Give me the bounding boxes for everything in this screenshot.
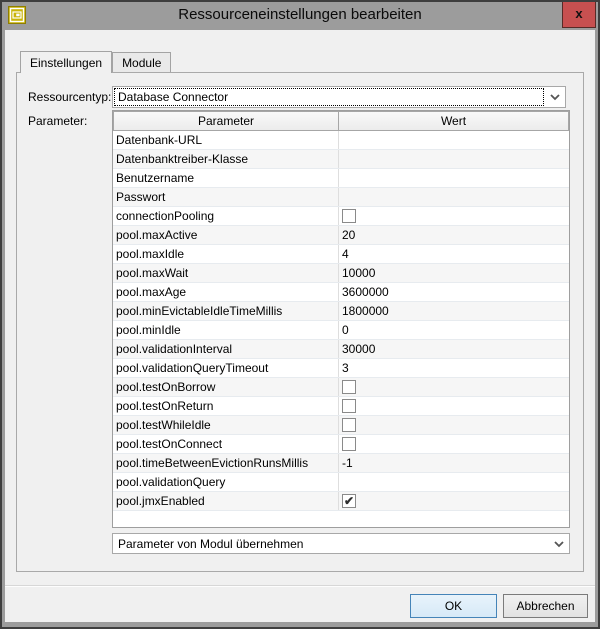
checkbox-unchecked[interactable] bbox=[342, 418, 356, 432]
param-name-cell: pool.validationInterval bbox=[113, 340, 339, 358]
button-bar-separator bbox=[5, 585, 595, 587]
table-row[interactable]: pool.timeBetweenEvictionRunsMillis -1 bbox=[113, 454, 569, 473]
param-name-cell: pool.minEvictableIdleTimeMillis bbox=[113, 302, 339, 320]
param-value-cell[interactable]: 30000 bbox=[339, 340, 569, 358]
dialog-window: Ressourceneinstellungen bearbeiten x Ein… bbox=[0, 0, 600, 629]
table-row[interactable]: pool.maxAge 3600000 bbox=[113, 283, 569, 302]
param-name-cell: pool.timeBetweenEvictionRunsMillis bbox=[113, 454, 339, 472]
table-row[interactable]: Benutzername bbox=[113, 169, 569, 188]
param-name-cell: Passwort bbox=[113, 188, 339, 206]
param-value-cell[interactable]: -1 bbox=[339, 454, 569, 472]
param-name-cell: connectionPooling bbox=[113, 207, 339, 225]
table-row[interactable]: pool.maxActive 20 bbox=[113, 226, 569, 245]
titlebar[interactable]: Ressourceneinstellungen bearbeiten x bbox=[2, 2, 598, 30]
param-value-cell[interactable]: 1800000 bbox=[339, 302, 569, 320]
settings-tab-panel: Ressourcentyp: Database Connector Parame… bbox=[16, 72, 584, 572]
checkbox-unchecked[interactable] bbox=[342, 209, 356, 223]
param-value-cell[interactable]: 20 bbox=[339, 226, 569, 244]
table-row[interactable]: Datenbanktreiber-Klasse bbox=[113, 150, 569, 169]
table-row[interactable]: pool.maxIdle 4 bbox=[113, 245, 569, 264]
table-row[interactable]: pool.testWhileIdle bbox=[113, 416, 569, 435]
table-row[interactable]: pool.maxWait 10000 bbox=[113, 264, 569, 283]
table-row[interactable]: pool.testOnBorrow bbox=[113, 378, 569, 397]
table-row[interactable]: pool.validationInterval 30000 bbox=[113, 340, 569, 359]
table-row[interactable]: pool.minIdle 0 bbox=[113, 321, 569, 340]
parameter-table: Parameter Wert Datenbank-URL Datenbanktr… bbox=[112, 110, 570, 528]
chevron-down-icon bbox=[550, 94, 560, 101]
dialog-content: Einstellungen Module Ressourcentyp: Data… bbox=[5, 30, 595, 622]
param-name-cell: pool.maxWait bbox=[113, 264, 339, 282]
table-row[interactable]: pool.testOnConnect bbox=[113, 435, 569, 454]
table-row[interactable]: pool.testOnReturn bbox=[113, 397, 569, 416]
param-name-cell: pool.maxIdle bbox=[113, 245, 339, 263]
parameter-label: Parameter: bbox=[28, 114, 88, 128]
parameter-table-body: Datenbank-URL Datenbanktreiber-Klasse Be… bbox=[113, 131, 569, 511]
close-icon: x bbox=[575, 6, 583, 21]
cancel-button[interactable]: Abbrechen bbox=[503, 594, 588, 618]
table-row[interactable]: pool.jmxEnabled ✔ bbox=[113, 492, 569, 511]
close-button[interactable]: x bbox=[562, 2, 596, 28]
param-value-cell[interactable] bbox=[339, 416, 569, 434]
param-value-cell[interactable]: ✔ bbox=[339, 492, 569, 510]
chevron-down-icon bbox=[554, 540, 564, 547]
column-header-parameter[interactable]: Parameter bbox=[113, 111, 339, 131]
checkbox-unchecked[interactable] bbox=[342, 380, 356, 394]
param-value-cell[interactable] bbox=[339, 131, 569, 149]
resource-type-label: Ressourcentyp: bbox=[28, 90, 112, 104]
ok-button[interactable]: OK bbox=[410, 594, 497, 618]
checkbox-unchecked[interactable] bbox=[342, 399, 356, 413]
table-row[interactable]: pool.minEvictableIdleTimeMillis 1800000 bbox=[113, 302, 569, 321]
param-name-cell: pool.maxActive bbox=[113, 226, 339, 244]
param-value-cell[interactable] bbox=[339, 150, 569, 168]
checkbox-checked[interactable]: ✔ bbox=[342, 494, 356, 508]
param-name-cell: Datenbanktreiber-Klasse bbox=[113, 150, 339, 168]
parameter-table-header: Parameter Wert bbox=[113, 111, 569, 131]
tab-strip: Einstellungen Module bbox=[20, 51, 172, 73]
param-name-cell: pool.jmxEnabled bbox=[113, 492, 339, 510]
param-value-cell[interactable]: 3600000 bbox=[339, 283, 569, 301]
param-value-cell[interactable] bbox=[339, 169, 569, 187]
param-name-cell: Datenbank-URL bbox=[113, 131, 339, 149]
param-value-cell[interactable] bbox=[339, 188, 569, 206]
param-name-cell: Benutzername bbox=[113, 169, 339, 187]
resource-type-value: Database Connector bbox=[114, 88, 544, 106]
param-name-cell: pool.validationQuery bbox=[113, 473, 339, 491]
table-row[interactable]: connectionPooling bbox=[113, 207, 569, 226]
resource-type-combobox[interactable]: Database Connector bbox=[112, 86, 566, 108]
param-value-cell[interactable] bbox=[339, 473, 569, 491]
param-name-cell: pool.validationQueryTimeout bbox=[113, 359, 339, 377]
checkbox-unchecked[interactable] bbox=[342, 437, 356, 451]
table-row[interactable]: pool.validationQueryTimeout 3 bbox=[113, 359, 569, 378]
param-value-cell[interactable]: 3 bbox=[339, 359, 569, 377]
table-row[interactable]: Passwort bbox=[113, 188, 569, 207]
param-name-cell: pool.minIdle bbox=[113, 321, 339, 339]
param-value-cell[interactable]: 4 bbox=[339, 245, 569, 263]
column-header-wert[interactable]: Wert bbox=[339, 111, 569, 131]
param-value-cell[interactable]: 10000 bbox=[339, 264, 569, 282]
param-value-cell[interactable] bbox=[339, 435, 569, 453]
table-row[interactable]: Datenbank-URL bbox=[113, 131, 569, 150]
module-parameter-dropdown[interactable]: Parameter von Modul übernehmen bbox=[112, 533, 570, 554]
tab-einstellungen[interactable]: Einstellungen bbox=[20, 51, 113, 73]
param-value-cell[interactable] bbox=[339, 378, 569, 396]
param-name-cell: pool.testWhileIdle bbox=[113, 416, 339, 434]
tab-module[interactable]: Module bbox=[112, 52, 172, 72]
param-name-cell: pool.testOnReturn bbox=[113, 397, 339, 415]
window-title: Ressourceneinstellungen bearbeiten bbox=[178, 6, 422, 23]
param-name-cell: pool.testOnBorrow bbox=[113, 378, 339, 396]
table-row[interactable]: pool.validationQuery bbox=[113, 473, 569, 492]
module-parameter-dropdown-value: Parameter von Modul übernehmen bbox=[118, 537, 304, 551]
param-value-cell[interactable] bbox=[339, 397, 569, 415]
param-name-cell: pool.testOnConnect bbox=[113, 435, 339, 453]
param-value-cell[interactable] bbox=[339, 207, 569, 225]
param-name-cell: pool.maxAge bbox=[113, 283, 339, 301]
param-value-cell[interactable]: 0 bbox=[339, 321, 569, 339]
